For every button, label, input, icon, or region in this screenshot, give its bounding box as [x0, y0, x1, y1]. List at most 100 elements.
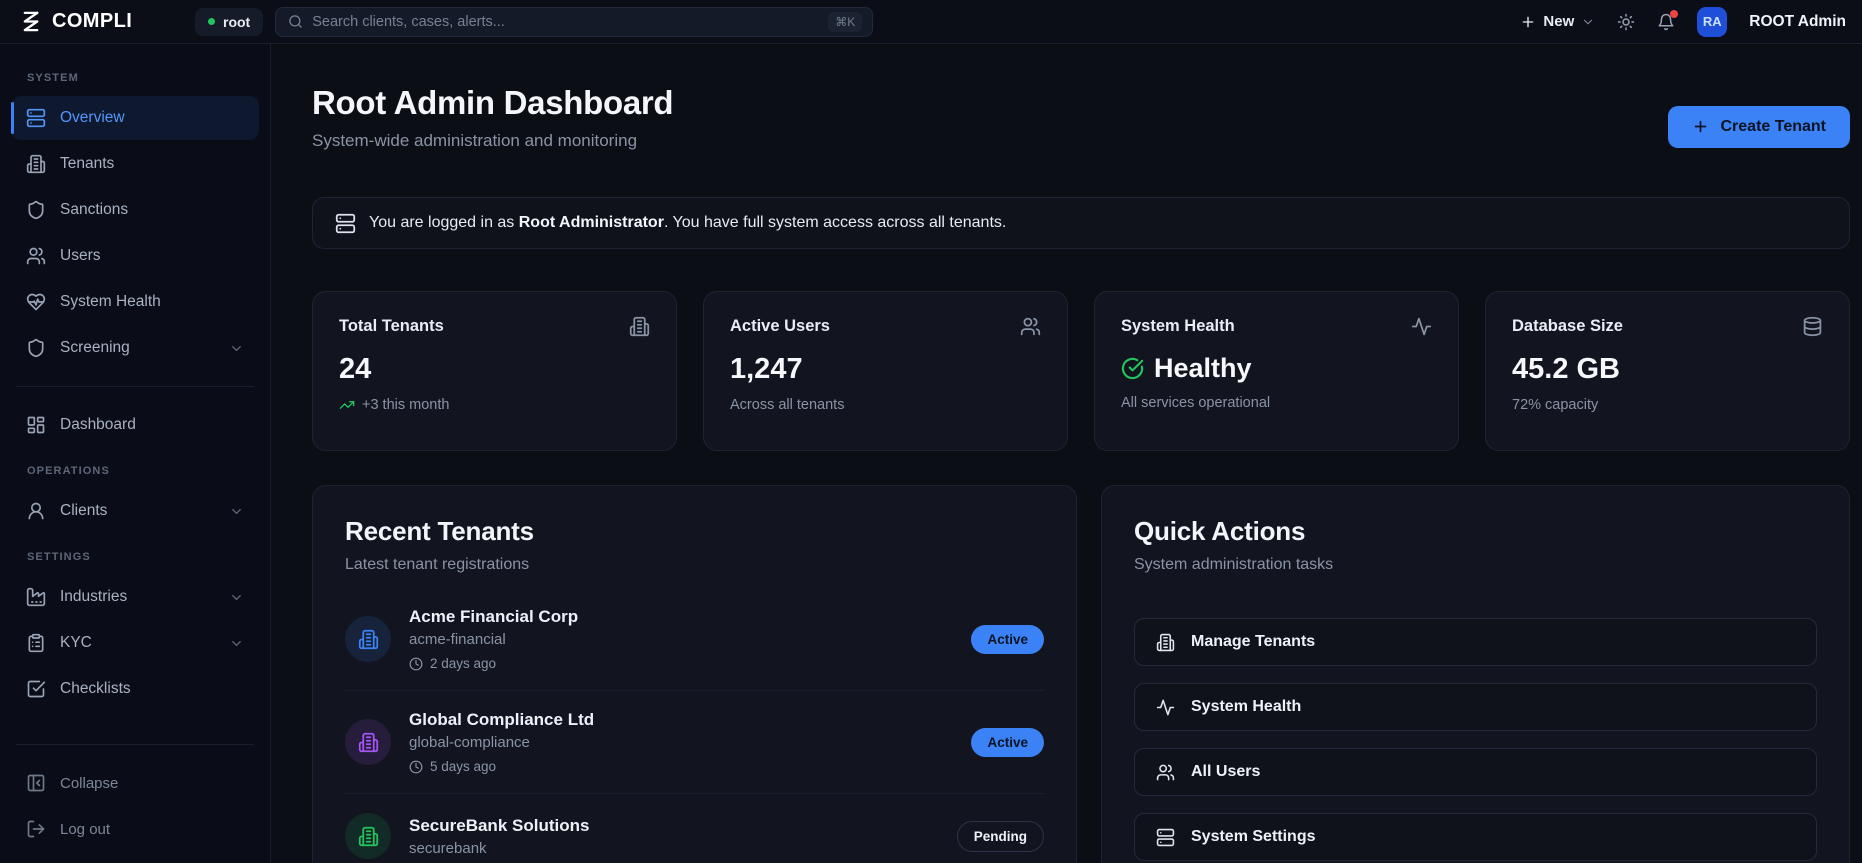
sidebar-footer: Collapse Log out — [11, 730, 259, 853]
sidebar-item-sanctions[interactable]: Sanctions — [11, 188, 259, 232]
sidebar-item-label: Clients — [60, 502, 108, 519]
server-icon — [335, 213, 356, 234]
stat-card-total-tenants: Total Tenants 24 +3 this month — [312, 291, 677, 451]
quick-actions-panel: Quick Actions System administration task… — [1101, 485, 1850, 863]
tenant-avatar — [345, 616, 391, 662]
building-icon — [629, 316, 650, 337]
quick-action-system-settings[interactable]: System Settings — [1134, 813, 1817, 861]
clipboard-icon — [26, 633, 46, 653]
sidebar-item-label: Sanctions — [60, 201, 129, 218]
sidebar-item-label: Overview — [60, 109, 125, 126]
panel-title: Quick Actions — [1134, 516, 1306, 546]
main-content: Root Admin Dashboard System-wide adminis… — [271, 44, 1862, 863]
sidebar-item-label: KYC — [60, 634, 92, 651]
tenant-avatar — [345, 719, 391, 765]
quick-action-system-health[interactable]: System Health — [1134, 683, 1817, 731]
page-subtitle: System-wide administration and monitorin… — [312, 131, 638, 150]
sidebar-item-label: Checklists — [60, 680, 131, 697]
quick-action-all-users[interactable]: All Users — [1134, 748, 1817, 796]
page-header: Root Admin Dashboard System-wide adminis… — [312, 84, 1850, 151]
sidebar-item-clients[interactable]: Clients — [11, 489, 259, 533]
user-avatar[interactable]: RA — [1697, 6, 1728, 37]
sidebar-item-label: Industries — [60, 588, 128, 605]
building-icon — [1156, 633, 1175, 652]
theme-toggle-button[interactable] — [1617, 13, 1635, 31]
root-access-banner: You are logged in as Root Administrator.… — [312, 197, 1850, 249]
search-input[interactable] — [312, 13, 820, 30]
logout-icon — [26, 819, 46, 839]
avatar-initials: RA — [1702, 14, 1722, 29]
chevron-down-icon — [1581, 15, 1595, 29]
brand-name: COMPLI — [52, 10, 133, 32]
stat-value: 45.2 GB — [1512, 353, 1620, 385]
stats-row: Total Tenants 24 +3 this month Active Us… — [312, 291, 1850, 451]
sidebar-item-overview[interactable]: Overview — [11, 96, 259, 140]
status-badge: Active — [971, 624, 1044, 654]
sidebar-item-dashboard[interactable]: Dashboard — [11, 403, 259, 447]
topbar: COMPLI root ⌘K New RA — [0, 0, 1862, 44]
sun-icon — [1617, 13, 1635, 31]
users-icon — [1156, 763, 1175, 782]
clock-icon — [409, 760, 423, 774]
shield-icon — [26, 338, 46, 358]
dashboard-icon — [26, 415, 46, 435]
new-button-label: New — [1543, 13, 1575, 30]
user-name: ROOT Admin — [1749, 12, 1846, 30]
tenant-row-securebank[interactable]: SecureBank Solutions securebank Pending — [345, 793, 1044, 863]
sidebar-item-label: Users — [60, 247, 101, 264]
environment-label: root — [223, 13, 251, 30]
sidebar-item-users[interactable]: Users — [11, 234, 259, 278]
activity-icon — [1411, 316, 1432, 337]
stat-value: Healthy — [1121, 353, 1432, 384]
new-button[interactable]: New — [1520, 13, 1595, 30]
tenant-row-global-compliance[interactable]: Global Compliance Ltd global-compliance … — [345, 690, 1044, 793]
sidebar-item-kyc[interactable]: KYC — [11, 621, 259, 665]
logout-button[interactable]: Log out — [11, 807, 259, 851]
sidebar-item-tenants[interactable]: Tenants — [11, 142, 259, 186]
tenant-list: Acme Financial Corp acme-financial 2 day… — [345, 588, 1044, 863]
search-bar[interactable]: ⌘K — [275, 6, 874, 37]
stat-subtext: +3 this month — [339, 397, 650, 413]
panel-left-close-icon — [26, 773, 46, 793]
tenant-time: 5 days ago — [409, 759, 953, 774]
sidebar-item-system-health[interactable]: System Health — [11, 280, 259, 324]
building-icon — [358, 826, 379, 847]
tenant-slug: global-compliance — [409, 734, 530, 751]
shield-icon — [26, 200, 46, 220]
create-tenant-button[interactable]: Create Tenant — [1668, 105, 1850, 148]
user-icon — [26, 501, 46, 521]
tenant-name: Acme Financial Corp — [409, 607, 579, 626]
collapse-label: Collapse — [60, 774, 119, 792]
users-icon — [1020, 316, 1041, 337]
bottom-row: Recent Tenants Latest tenant registratio… — [312, 485, 1850, 863]
check-circle-icon — [1121, 357, 1144, 380]
notifications-button[interactable] — [1657, 9, 1679, 31]
collapse-sidebar-button[interactable]: Collapse — [11, 761, 259, 805]
trending-up-icon — [339, 397, 355, 413]
plus-icon — [1692, 118, 1709, 135]
brand-logo-icon — [20, 10, 43, 33]
panel-subtitle: System administration tasks — [1134, 556, 1334, 573]
activity-icon — [1156, 698, 1175, 717]
panel-subtitle: Latest tenant registrations — [345, 556, 530, 573]
chevron-down-icon — [229, 590, 244, 605]
tenant-name: Global Compliance Ltd — [409, 710, 595, 729]
quick-action-manage-tenants[interactable]: Manage Tenants — [1134, 618, 1817, 666]
stat-card-database-size: Database Size 45.2 GB 72% capacity — [1485, 291, 1850, 451]
topbar-actions: New RA ROOT Admin — [1520, 6, 1846, 37]
sidebar-item-label: Tenants — [60, 155, 115, 172]
recent-tenants-panel: Recent Tenants Latest tenant registratio… — [312, 485, 1077, 863]
plus-icon — [1520, 14, 1536, 30]
sidebar-item-screening[interactable]: Screening — [11, 326, 259, 370]
sidebar-item-industries[interactable]: Industries — [11, 575, 259, 619]
check-square-icon — [26, 679, 46, 699]
chevron-down-icon — [229, 504, 244, 519]
sidebar-item-checklists[interactable]: Checklists — [11, 667, 259, 711]
server-icon — [26, 108, 46, 128]
environment-badge[interactable]: root — [195, 7, 264, 36]
factory-icon — [26, 587, 46, 607]
tenant-avatar — [345, 813, 391, 859]
notification-dot — [1670, 9, 1679, 18]
database-icon — [1802, 316, 1823, 337]
tenant-row-acme[interactable]: Acme Financial Corp acme-financial 2 day… — [345, 588, 1044, 690]
